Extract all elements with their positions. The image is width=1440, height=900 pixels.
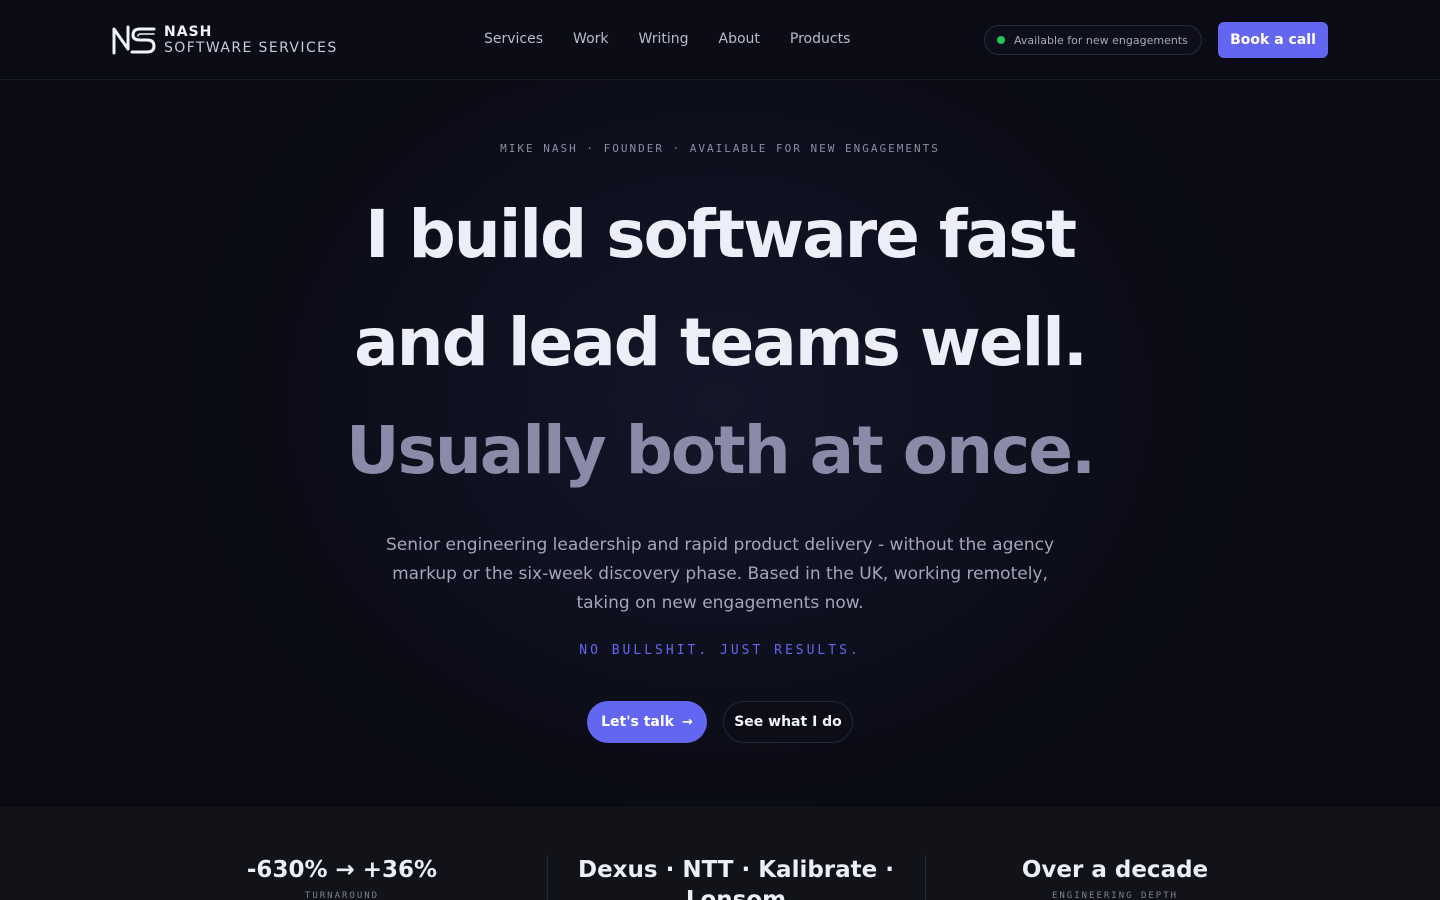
- brand-logo[interactable]: NASH SOFTWARE SERVICES: [112, 24, 338, 56]
- arrow-right-icon: →: [681, 714, 693, 730]
- stat-divider: [925, 855, 926, 900]
- nav-link-services[interactable]: Services: [484, 31, 543, 47]
- stat-label: TURNAROUND: [304, 891, 380, 900]
- hero-eyebrow: MIKE NASH · FOUNDER · AVAILABLE FOR NEW …: [500, 142, 940, 155]
- stat-turnaround: -630% → +36% TURNAROUND: [192, 855, 492, 900]
- stat-value: -630% → +36%: [246, 857, 438, 883]
- nav-link-work[interactable]: Work: [573, 31, 608, 47]
- stat-value: Over a decade: [1021, 857, 1209, 883]
- see-what-i-do-button[interactable]: See what I do: [723, 701, 853, 743]
- nav-link-about[interactable]: About: [719, 31, 760, 47]
- stat-label: ENGINEERING DEPTH: [1051, 891, 1179, 900]
- brand-name: NASH: [164, 24, 213, 40]
- hero-section: MIKE NASH · FOUNDER · AVAILABLE FOR NEW …: [0, 81, 1440, 807]
- hero-headline-line-3: Usually both at once.: [345, 412, 1096, 489]
- brand-subtitle: SOFTWARE SERVICES: [164, 40, 338, 56]
- site-header: NASH SOFTWARE SERVICES Services Work Wri…: [0, 0, 1440, 80]
- brand-text: NASH SOFTWARE SERVICES: [164, 25, 338, 55]
- stat-experience: Over a decade ENGINEERING DEPTH: [966, 855, 1264, 900]
- lets-talk-label: Let's talk: [601, 714, 674, 730]
- nav-link-writing[interactable]: Writing: [639, 31, 689, 47]
- nav-link-products[interactable]: Products: [790, 31, 850, 47]
- stats-strip: -630% → +36% TURNAROUND Dexus · NTT · Ka…: [0, 807, 1440, 900]
- hero-tagline: NO BULLSHIT. JUST RESULTS.: [579, 643, 861, 658]
- hero-subcopy: Senior engineering leadership and rapid …: [385, 535, 1054, 613]
- hero-headline-line-2: and lead teams well.: [354, 304, 1088, 381]
- main-nav: Services Work Writing About Products: [484, 31, 880, 47]
- hero-headline-line-1: I build software fast: [364, 196, 1077, 273]
- availability-text: Available for new engagements: [1014, 33, 1188, 47]
- ns-logo-icon: [112, 25, 156, 55]
- lets-talk-button[interactable]: Let's talk →: [587, 701, 707, 743]
- stat-divider: [547, 855, 548, 900]
- status-dot-icon: [997, 36, 1005, 44]
- stat-value: Dexus · NTT · Kalibrate · Lonsom: [577, 857, 895, 900]
- availability-badge: Available for new engagements: [984, 25, 1202, 55]
- stat-clients: Dexus · NTT · Kalibrate · Lonsom: [560, 855, 912, 900]
- book-call-button[interactable]: Book a call: [1218, 22, 1328, 58]
